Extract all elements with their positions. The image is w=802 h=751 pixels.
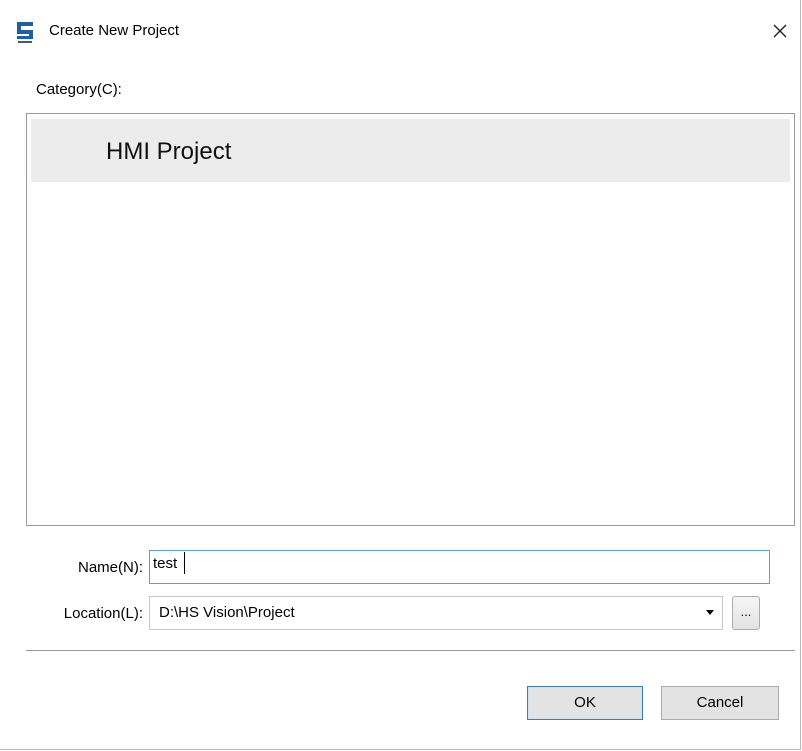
browse-button[interactable]: ... [732,596,760,630]
category-label: Category(C): [36,81,122,98]
name-input[interactable] [149,550,770,584]
cancel-button[interactable]: Cancel [661,686,779,720]
location-combobox[interactable]: D:\HS Vision\Project [149,596,723,630]
location-value: D:\HS Vision\Project [159,604,295,621]
category-item-label: HMI Project [106,138,232,165]
ok-button[interactable]: OK [527,686,643,720]
text-caret [184,552,185,574]
category-item-hmi-project[interactable]: HMI Project [31,119,790,182]
dialog-title: Create New Project [49,22,180,39]
close-button[interactable] [760,14,800,48]
close-icon [773,24,787,38]
dropdown-arrow-icon[interactable] [706,610,714,615]
create-new-project-dialog: Create New Project Category(C): HMI Proj… [0,0,801,750]
location-label: Location(L): [63,605,143,622]
hs-vision-app-icon [17,22,33,43]
title-bar: Create New Project [0,0,800,62]
name-label: Name(N): [77,559,143,576]
name-input-value: test [153,555,178,572]
category-list[interactable]: HMI Project [26,113,795,526]
separator [26,650,795,651]
